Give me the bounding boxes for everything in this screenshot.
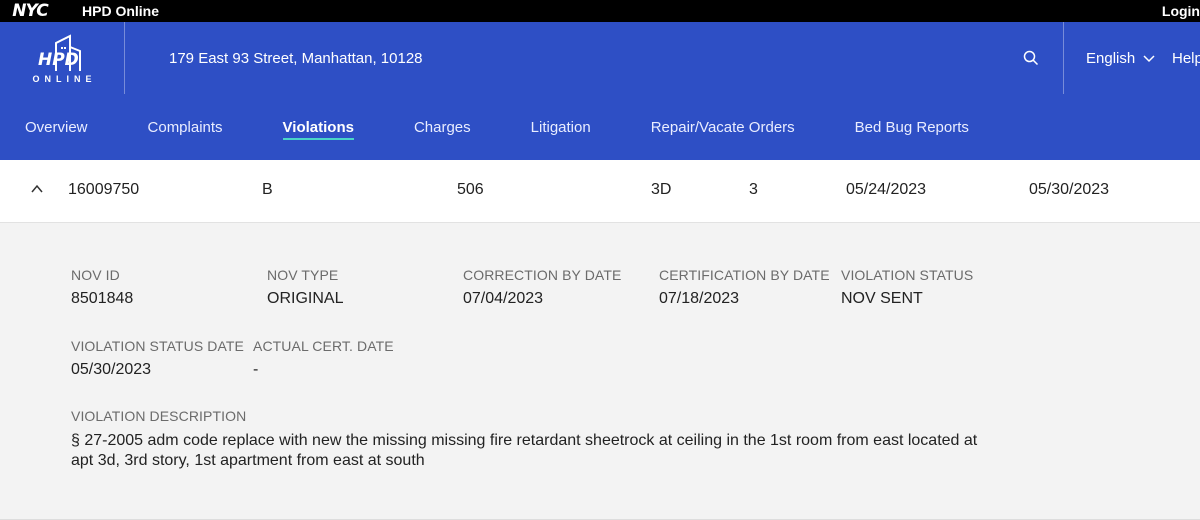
chevron-down-icon [1143, 55, 1155, 63]
violation-story: 3 [749, 181, 758, 198]
building-address: 179 East 93 Street, Manhattan, 10128 [169, 49, 423, 67]
nov-id-label: NOV ID [71, 267, 120, 283]
svg-text:HPD: HPD [38, 50, 79, 70]
tab-repair-vacate-orders[interactable]: Repair/Vacate Orders [651, 94, 795, 160]
tab-litigation[interactable]: Litigation [531, 94, 591, 160]
tab-complaints[interactable]: Complaints [148, 94, 223, 160]
site-header: HPD ONLINE 179 East 93 Street, Manhattan… [0, 22, 1200, 94]
violation-description-label: VIOLATION DESCRIPTION [71, 408, 247, 424]
language-label: English [1086, 49, 1136, 67]
actual-cert-date-value: - [253, 361, 259, 378]
violation-status-date-summary: 05/30/2023 [1029, 181, 1110, 198]
hpd-building-logo-icon: HPD [38, 33, 81, 71]
violation-status-date-label: VIOLATION STATUS DATE [71, 338, 244, 354]
help-link[interactable]: Help [1172, 22, 1200, 94]
violation-row[interactable]: 16009750 B 506 3D 3 05/24/2023 05/30/202… [0, 160, 1200, 223]
violation-code: 506 [457, 181, 484, 198]
login-link[interactable]: Login [1162, 0, 1200, 22]
tab-charges[interactable]: Charges [414, 94, 471, 160]
search-icon [1023, 50, 1039, 66]
tab-violations[interactable]: Violations [282, 94, 355, 160]
violation-id: 16009750 [68, 181, 140, 198]
section-tabs: Overview Complaints Violations Charges L… [0, 94, 1200, 160]
tab-bed-bug-reports[interactable]: Bed Bug Reports [855, 94, 969, 160]
correction-by-date-label: CORRECTION BY DATE [463, 267, 622, 283]
correction-by-date-value: 07/04/2023 [463, 290, 544, 307]
violation-detail-panel: NOV ID 8501848 NOV TYPE ORIGINAL CORRECT… [0, 223, 1200, 520]
brand-word: ONLINE [32, 73, 97, 84]
nyc-logo[interactable]: NYC [0, 0, 60, 22]
violation-class: B [262, 181, 273, 198]
actual-cert-date-label: ACTUAL CERT. DATE [253, 338, 394, 354]
violation-status-label: VIOLATION STATUS [841, 267, 974, 283]
nov-id-value: 8501848 [71, 290, 134, 307]
chevron-up-icon[interactable] [30, 182, 44, 196]
certification-by-date-label: CERTIFICATION BY DATE [659, 267, 830, 283]
hpd-online-logo[interactable]: HPD ONLINE [0, 22, 125, 94]
nov-type-value: ORIGINAL [267, 290, 344, 307]
nov-type-label: NOV TYPE [267, 267, 339, 283]
language-selector[interactable]: English [1064, 22, 1172, 94]
certification-by-date-value: 07/18/2023 [659, 290, 740, 307]
tab-overview[interactable]: Overview [25, 94, 88, 160]
top-site-title[interactable]: HPD Online [82, 3, 159, 19]
search-button[interactable] [999, 22, 1064, 94]
violation-status-value: NOV SENT [841, 290, 923, 307]
violation-status-date-value: 05/30/2023 [71, 361, 152, 378]
violation-description-text: § 27-2005 adm code replace with new the … [71, 432, 978, 469]
nyc-top-bar: NYC HPD Online Login [0, 0, 1200, 22]
violation-apartment: 3D [651, 181, 672, 198]
violation-reported-date: 05/24/2023 [846, 181, 927, 198]
